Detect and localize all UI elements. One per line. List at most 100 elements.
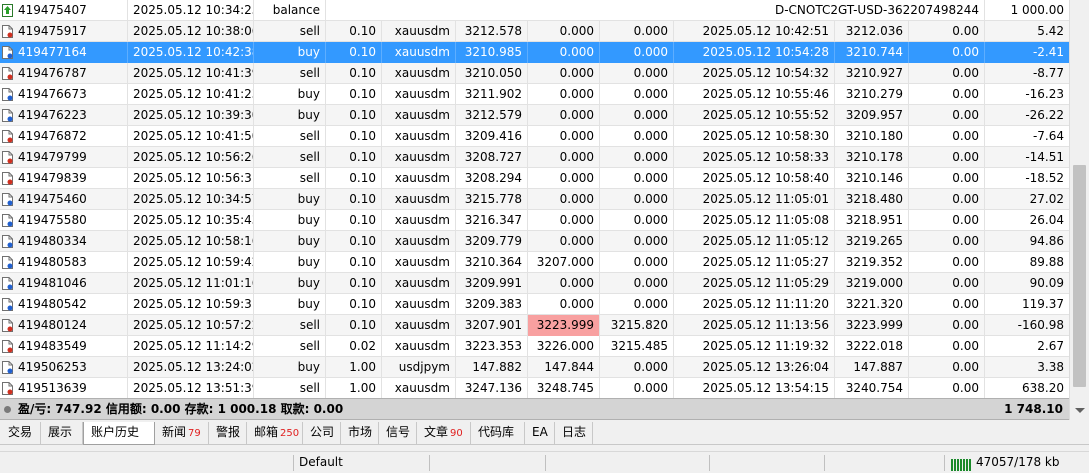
tab-signals[interactable]: 信号 (379, 422, 417, 444)
cell-close-price: 3219.000 (835, 273, 909, 294)
cell-sl: 0.000 (528, 231, 600, 252)
tab-market[interactable]: 市场 (341, 422, 379, 444)
cell-sl: 0.000 (528, 63, 600, 84)
cell-close-price: 3223.999 (835, 315, 909, 336)
cell-profit: -2.41 (1032, 45, 1064, 59)
cell-open-price: 3247.136 (456, 378, 528, 398)
cell-profit: 2.67 (1037, 339, 1064, 353)
summary-total: 1 748.10 (1004, 402, 1063, 416)
tab-label: 展示 (48, 425, 73, 439)
cell-profit: -18.52 (1025, 171, 1064, 185)
cell-tp: 0.000 (600, 105, 674, 126)
cell-tp: 0.000 (600, 357, 674, 378)
table-row[interactable]: 419481046 2025.05.12 11:01:16 buy 0.10 xauus… (0, 273, 1069, 294)
cell-tp: 0.000 (600, 273, 674, 294)
table-row[interactable]: 419513639 2025.05.12 13:51:39 sell 1.00 xauu… (0, 378, 1069, 398)
cell-open-price: 147.882 (456, 357, 528, 378)
tab-label: 邮箱 (254, 425, 279, 439)
cell-profit: -8.77 (1032, 66, 1064, 80)
cell-close-time: 2025.05.12 13:26:04 (674, 357, 835, 378)
cell-time: 2025.05.12 11:01:16 (128, 273, 254, 294)
status-separator (429, 455, 430, 471)
cell-close-price: 3210.178 (835, 147, 909, 168)
cell-swap: 0.00 (909, 336, 985, 357)
cell-symbol: xauusdm (382, 294, 456, 315)
tab-account-history[interactable]: 账户历史 (83, 422, 155, 445)
table-row[interactable]: 419476223 2025.05.12 10:39:30 buy 0.10 xauus… (0, 105, 1069, 126)
tab-ea[interactable]: EA (525, 422, 555, 444)
cell-time: 2025.05.12 10:41:23 (128, 84, 254, 105)
cell-time: 2025.05.12 10:38:06 (128, 21, 254, 42)
table-row[interactable]: 419479839 2025.05.12 10:56:31 sell 0.10 xauu… (0, 168, 1069, 189)
table-row[interactable]: 419475460 2025.05.12 10:34:57 buy 0.10 xauus… (0, 189, 1069, 210)
tab-exposure[interactable]: 展示 (41, 422, 83, 444)
cell-tp: 3215.820 (600, 315, 674, 336)
table-row[interactable]: 419480334 2025.05.12 10:58:16 buy 0.10 xauus… (0, 231, 1069, 252)
cell-comment: D-CNOTC2GT-USD-362207498244 (326, 0, 985, 21)
cell-volume: 0.10 (326, 63, 382, 84)
cell-open-price: 3207.901 (456, 315, 528, 336)
table-row[interactable]: 419475580 2025.05.12 10:35:43 buy 0.10 xauus… (0, 210, 1069, 231)
cell-swap: 0.00 (909, 210, 985, 231)
scroll-down-icon[interactable] (1075, 408, 1085, 413)
cell-volume: 0.10 (326, 252, 382, 273)
cell-time: 2025.05.12 10:35:43 (128, 210, 254, 231)
table-row[interactable]: 419475917 2025.05.12 10:38:06 sell 0.10 xauu… (0, 21, 1069, 42)
table-row[interactable]: 419476787 2025.05.12 10:41:39 sell 0.10 xauu… (0, 63, 1069, 84)
cell-time: 2025.05.12 10:59:31 (128, 294, 254, 315)
tab-label: 交易 (8, 425, 33, 439)
cell-symbol: xauusdm (382, 378, 456, 398)
table-row[interactable]: 419480124 2025.05.12 10:57:22 sell 0.10 xauu… (0, 315, 1069, 336)
cell-swap: 0.00 (909, 378, 985, 398)
cell-volume: 0.10 (326, 189, 382, 210)
tab-alerts[interactable]: 警报 (209, 422, 247, 444)
table-row[interactable]: 419476673 2025.05.12 10:41:23 buy 0.10 xauus… (0, 84, 1069, 105)
cell-symbol: xauusdm (382, 126, 456, 147)
cell-profit: 27.02 (1029, 192, 1064, 206)
table-row[interactable]: 419475407 2025.05.12 10:34:25 balance D-CNO… (0, 0, 1069, 21)
tab-code-base[interactable]: 代码库 (471, 422, 525, 444)
tab-journal[interactable]: 日志 (555, 422, 593, 444)
cell-ticket: 419475407 (0, 0, 128, 21)
cell-sl: 0.000 (528, 294, 600, 315)
cell-open-price: 3210.985 (456, 42, 528, 63)
vertical-scrollbar[interactable] (1069, 0, 1089, 420)
cell-volume: 0.10 (326, 147, 382, 168)
cell-swap: 0.00 (909, 252, 985, 273)
cell-time: 2025.05.12 10:34:25 (128, 0, 254, 21)
cell-open-price: 3208.727 (456, 147, 528, 168)
cell-swap: 0.00 (909, 168, 985, 189)
table-row[interactable]: 419476872 2025.05.12 10:41:50 sell 0.10 xauu… (0, 126, 1069, 147)
table-row[interactable]: 419480583 2025.05.12 10:59:42 buy 0.10 xauus… (0, 252, 1069, 273)
cell-symbol: usdjpym (382, 357, 456, 378)
tab-company[interactable]: 公司 (303, 422, 341, 444)
tab-label: 账户历史 (91, 425, 140, 439)
cell-tp: 0.000 (600, 147, 674, 168)
cell-ticket: 419477164 (0, 42, 128, 63)
cell-close-time: 2025.05.12 11:05:27 (674, 252, 835, 273)
table-row[interactable]: 419480542 2025.05.12 10:59:31 buy 0.10 xauus… (0, 294, 1069, 315)
tab-news[interactable]: 新闻 79 (155, 422, 209, 444)
cell-swap: 0.00 (909, 42, 985, 63)
cell-volume: 1.00 (326, 357, 382, 378)
tab-label: 警报 (216, 425, 241, 439)
cell-open-price: 3212.578 (456, 21, 528, 42)
cell-close-price: 3240.754 (835, 378, 909, 398)
history-table: 419475407 2025.05.12 10:34:25 balance D-CNO… (0, 0, 1069, 398)
cell-close-time: 2025.05.12 10:58:40 (674, 168, 835, 189)
tab-mailbox[interactable]: 邮箱 250 (247, 422, 303, 444)
cell-symbol: xauusdm (382, 84, 456, 105)
cell-close-time: 2025.05.12 11:19:32 (674, 336, 835, 357)
table-row[interactable]: 419483549 2025.05.12 11:14:29 sell 0.02 xauu… (0, 336, 1069, 357)
cell-close-price: 3222.018 (835, 336, 909, 357)
cell-close-time: 2025.05.12 11:05:29 (674, 273, 835, 294)
table-row[interactable]: 419479799 2025.05.12 10:56:26 sell 0.10 xauu… (0, 147, 1069, 168)
table-row[interactable]: 419477164 2025.05.12 10:42:38 buy 0.10 xauus… (0, 42, 1069, 63)
tab-articles[interactable]: 文章 90 (417, 422, 471, 444)
scrollbar-thumb[interactable] (1073, 165, 1086, 387)
summary-text: 盈/亏: 747.92 信用额: 0.00 存款: 1 000.18 取款: 0… (18, 402, 344, 416)
cell-close-price: 3210.180 (835, 126, 909, 147)
table-row[interactable]: 419506253 2025.05.12 13:24:02 buy 1.00 usdjp… (0, 357, 1069, 378)
tab-trade[interactable]: 交易 (1, 422, 41, 444)
cell-symbol: xauusdm (382, 168, 456, 189)
